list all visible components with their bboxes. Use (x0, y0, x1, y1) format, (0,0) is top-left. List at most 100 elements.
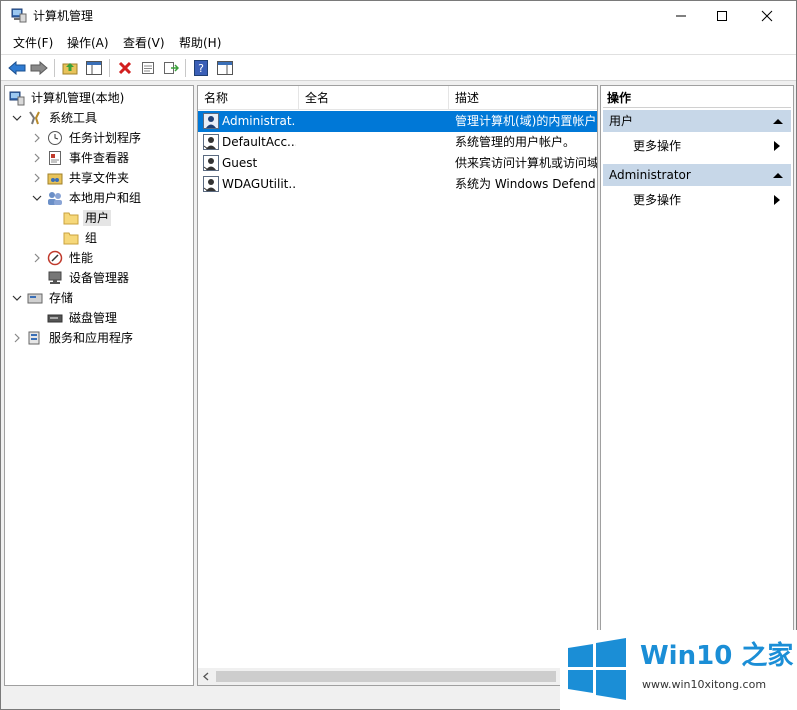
maximize-icon (717, 11, 727, 21)
device-manager-icon (47, 270, 63, 286)
user-name: Administrat... (222, 114, 296, 128)
action-more-actions[interactable]: 更多操作 (633, 138, 681, 154)
action-more-actions[interactable]: 更多操作 (633, 192, 681, 208)
export-icon (164, 62, 179, 74)
collapse-up-icon[interactable] (773, 172, 783, 179)
tree-item-task-scheduler[interactable]: 任务计划程序 (31, 128, 143, 148)
scroll-left-icon[interactable] (202, 672, 210, 681)
user-name: WDAGUtilit... (222, 177, 296, 191)
user-icon (203, 113, 219, 129)
menu-view[interactable]: 查看(V) (123, 35, 165, 51)
minimize-icon (676, 15, 686, 17)
up-folder-button[interactable] (60, 58, 80, 78)
list-item[interactable]: DefaultAcc... 系统管理的用户帐户。 (198, 132, 597, 153)
menu-bar: 文件(F) 操作(A) 查看(V) 帮助(H) (1, 31, 796, 55)
menu-action[interactable]: 操作(A) (67, 35, 109, 51)
user-description: 供来宾访问计算机或访问域 (455, 156, 597, 170)
user-icon (203, 176, 219, 192)
console-tree[interactable]: 计算机管理(本地) 系统工具 任务计划程序 事件查看器 共享文件夹 本地用户和组 (4, 85, 194, 686)
user-description: 管理计算机(域)的内置帐户 (455, 114, 597, 128)
list-header: 名称 全名 描述 (198, 86, 597, 110)
scrollbar-thumb[interactable] (216, 671, 556, 682)
tree-item-root[interactable]: 计算机管理(本地) (9, 88, 126, 108)
back-button[interactable] (7, 58, 27, 78)
close-icon (761, 10, 773, 22)
chevron-right-icon[interactable] (31, 152, 43, 164)
title-bar[interactable]: 计算机管理 (1, 1, 796, 31)
chevron-right-icon[interactable] (11, 332, 23, 344)
user-name: Guest (222, 156, 258, 170)
services-icon (27, 330, 43, 346)
minimize-button[interactable] (658, 1, 704, 31)
collapse-up-icon[interactable] (773, 118, 783, 125)
column-name[interactable]: 名称 (198, 86, 299, 110)
forward-button[interactable] (29, 58, 49, 78)
menu-help[interactable]: 帮助(H) (179, 35, 221, 51)
tree-item-shared-folders[interactable]: 共享文件夹 (31, 168, 131, 188)
performance-icon (47, 250, 63, 266)
delete-button[interactable] (115, 58, 135, 78)
tree-item-storage[interactable]: 存储 (11, 288, 75, 308)
chevron-right-icon[interactable] (31, 252, 43, 264)
tree-item-performance[interactable]: 性能 (31, 248, 95, 268)
user-icon (203, 134, 219, 150)
win10-watermark-logo: Win10 之家 www.win10xitong.com (560, 630, 797, 710)
chevron-right-icon[interactable] (31, 132, 43, 144)
delete-x-icon (118, 61, 132, 75)
action-section-users[interactable]: 用户 (603, 110, 791, 132)
watermark-brand: Win10 之家 (640, 641, 794, 671)
action-section-administrator[interactable]: Administrator (603, 164, 791, 186)
action-pane: 操作 用户 更多操作 Administrator 更多操作 (600, 85, 794, 686)
folder-icon (63, 210, 79, 226)
windows-logo-icon (568, 638, 626, 700)
back-arrow-icon (8, 61, 26, 75)
menu-file[interactable]: 文件(F) (13, 35, 53, 51)
submenu-arrow-icon (774, 141, 780, 151)
disk-icon (47, 310, 63, 326)
tree-item-system-tools[interactable]: 系统工具 (11, 108, 99, 128)
show-hide-tree-button[interactable] (84, 58, 104, 78)
action-pane-icon (217, 61, 233, 75)
column-description[interactable]: 描述 (449, 86, 597, 110)
user-list[interactable]: 名称 全名 描述 Administrat... 管理计算机(域)的内置帐户 De… (197, 85, 598, 686)
horizontal-scrollbar[interactable] (198, 668, 597, 685)
chevron-down-icon[interactable] (11, 292, 23, 304)
window-title: 计算机管理 (33, 9, 94, 23)
event-viewer-icon (47, 150, 63, 166)
tree-item-disk-management[interactable]: 磁盘管理 (47, 308, 119, 328)
system-tools-icon (27, 110, 43, 126)
svg-text:?: ? (198, 62, 204, 75)
tree-item-services-apps[interactable]: 服务和应用程序 (11, 328, 135, 348)
user-description: 系统管理的用户帐户。 (455, 135, 576, 149)
console-tree-icon (86, 61, 102, 75)
tree-item-local-users-groups[interactable]: 本地用户和组 (31, 188, 143, 208)
shared-folder-icon (47, 170, 63, 186)
column-fullname[interactable]: 全名 (299, 86, 449, 110)
users-groups-icon (47, 190, 63, 206)
clock-icon (47, 130, 63, 146)
list-item[interactable]: Guest 供来宾访问计算机或访问域 (198, 153, 597, 174)
watermark-url: www.win10xitong.com (642, 678, 767, 691)
chevron-down-icon[interactable] (31, 192, 43, 204)
folder-icon (63, 230, 79, 246)
export-list-button[interactable] (161, 58, 181, 78)
close-button[interactable] (744, 1, 790, 31)
list-item[interactable]: Administrat... 管理计算机(域)的内置帐户 (198, 111, 597, 132)
tree-item-groups[interactable]: 组 (63, 228, 99, 248)
show-hide-action-pane-button[interactable] (215, 58, 235, 78)
tree-item-device-manager[interactable]: 设备管理器 (47, 268, 131, 288)
tree-item-users[interactable]: 用户 (63, 208, 112, 228)
chevron-right-icon[interactable] (31, 172, 43, 184)
list-item[interactable]: WDAGUtilit... 系统为 Windows Defend (198, 174, 597, 195)
forward-arrow-icon (30, 61, 48, 75)
user-icon (203, 155, 219, 171)
properties-button[interactable] (138, 58, 158, 78)
maximize-button[interactable] (699, 1, 745, 31)
user-description: 系统为 Windows Defend (455, 177, 596, 191)
tree-item-event-viewer[interactable]: 事件查看器 (31, 148, 131, 168)
chevron-down-icon[interactable] (11, 112, 23, 124)
properties-icon (142, 62, 154, 74)
computer-management-icon (11, 8, 27, 23)
action-pane-title: 操作 (603, 88, 791, 108)
help-button[interactable]: ? (191, 58, 211, 78)
